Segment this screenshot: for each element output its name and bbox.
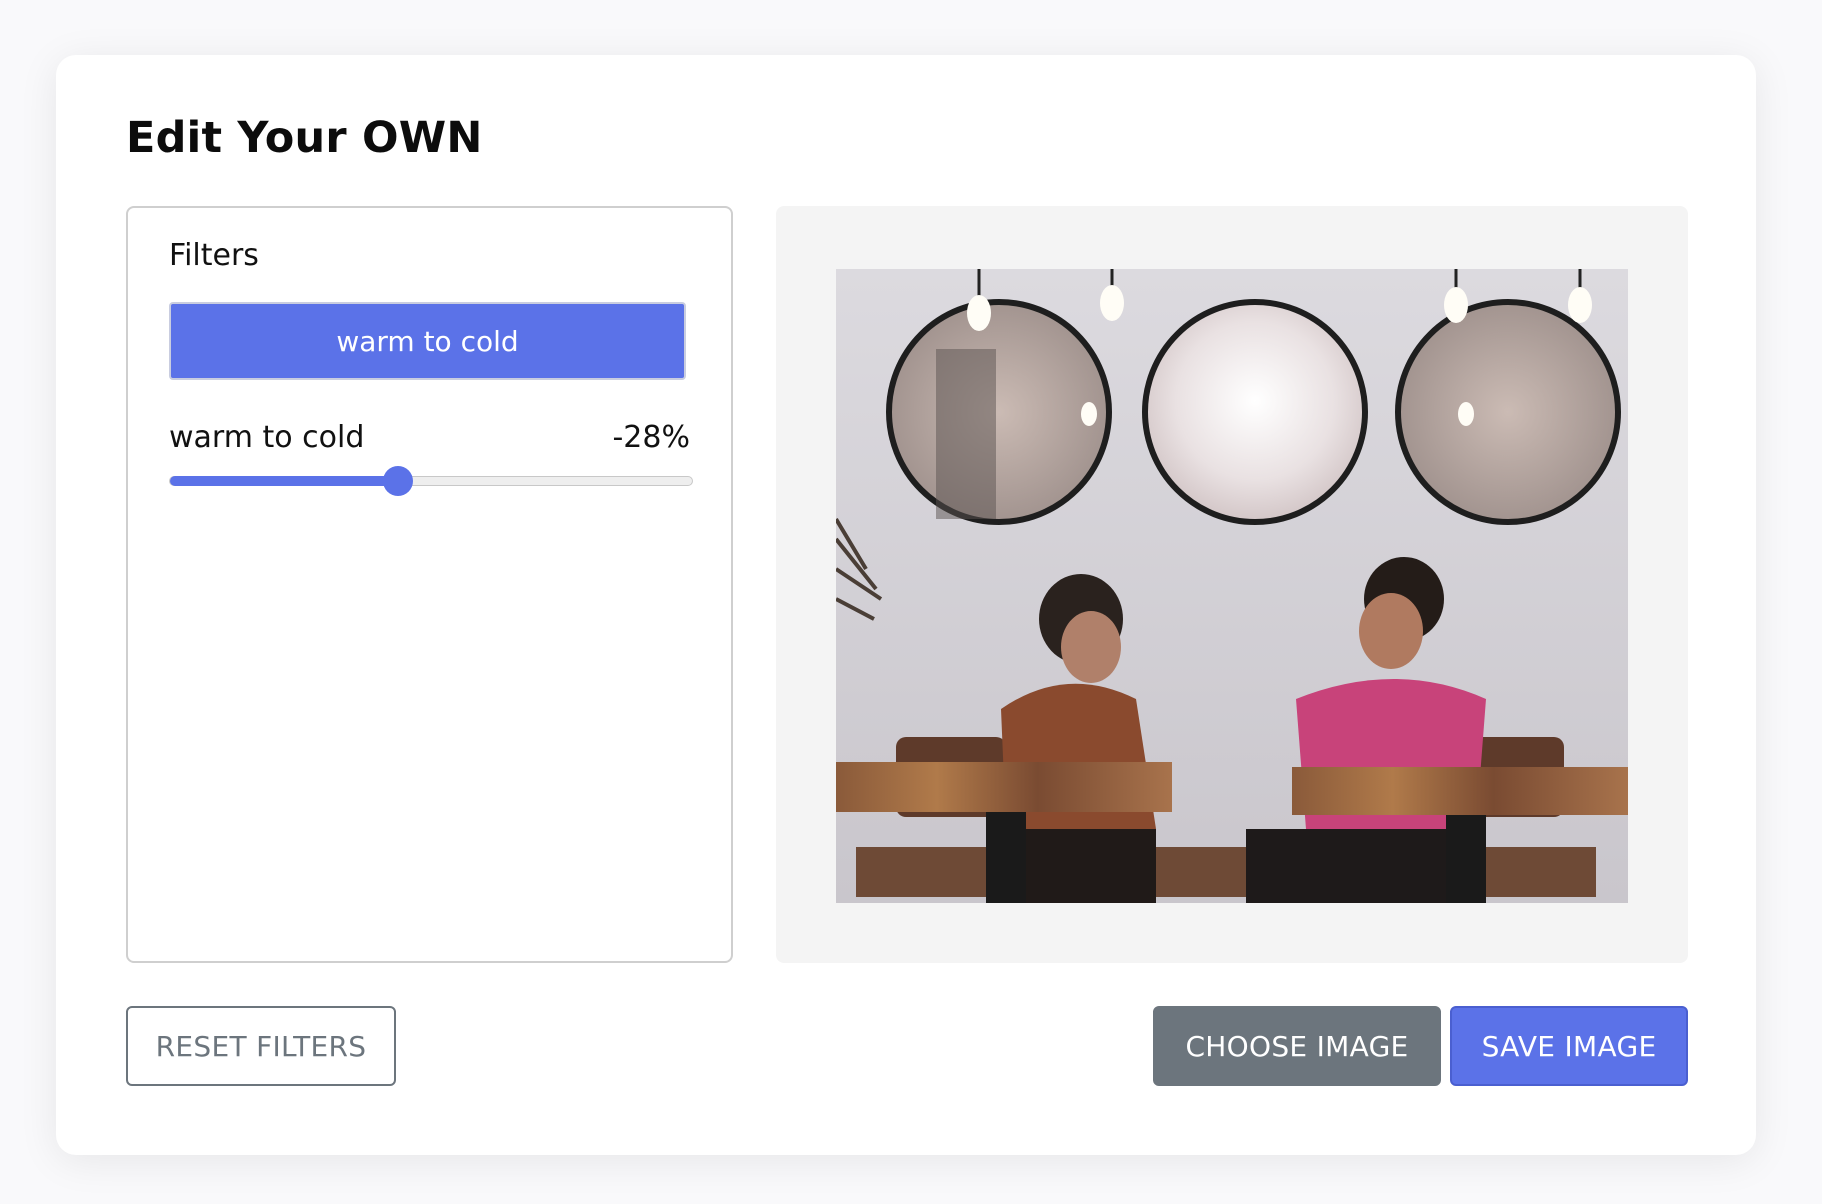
- choose-image-button[interactable]: CHOOSE IMAGE: [1153, 1006, 1441, 1086]
- filter-option-warm-to-cold[interactable]: warm to cold: [169, 302, 686, 380]
- slider-thumb[interactable]: [383, 466, 413, 496]
- reset-filters-button[interactable]: RESET FILTERS: [126, 1006, 396, 1086]
- slider-label: warm to cold: [169, 420, 365, 455]
- warm-to-cold-slider[interactable]: [169, 466, 693, 496]
- filters-panel: Filters warm to cold warm to cold -28%: [126, 206, 733, 963]
- editor-card: Edit Your OWN Filters warm to cold warm …: [56, 55, 1756, 1155]
- preview-photo: [836, 269, 1628, 903]
- image-preview-area: [776, 206, 1688, 963]
- slider-fill: [170, 476, 398, 486]
- save-image-button[interactable]: SAVE IMAGE: [1450, 1006, 1688, 1086]
- page-title: Edit Your OWN: [126, 113, 483, 163]
- filters-heading: Filters: [169, 238, 259, 273]
- slider-value: -28%: [612, 420, 690, 455]
